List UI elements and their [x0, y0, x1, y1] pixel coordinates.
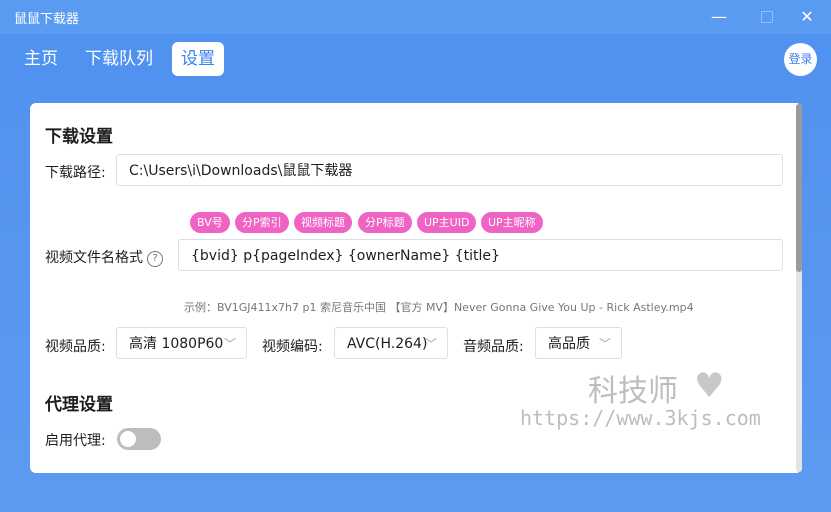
video-quality-label: 视频品质:	[45, 339, 106, 355]
chevron-down-icon: ﹀	[223, 337, 236, 351]
login-button[interactable]: 登录	[784, 43, 817, 76]
toggle-knob	[120, 431, 136, 447]
download-path-input[interactable]: C:\Users\i\Downloads\鼠鼠下载器	[116, 154, 783, 186]
tab-download-queue[interactable]: 下载队列	[76, 42, 162, 76]
scrollbar-thumb[interactable]	[796, 104, 802, 272]
title-bar: 鼠鼠下载器 — ✕	[0, 0, 831, 34]
chip-page-title[interactable]: 分P标题	[358, 212, 412, 233]
video-codec-label: 视频编码:	[262, 339, 323, 355]
audio-quality-value: 高品质	[548, 336, 590, 352]
chip-page-index[interactable]: 分P索引	[235, 212, 289, 233]
download-settings-title: 下载设置	[45, 127, 113, 147]
heart-icon: ♥	[694, 366, 725, 406]
filename-format-label: 视频文件名格式?	[45, 247, 163, 267]
maximize-icon	[761, 11, 773, 23]
video-quality-value: 高清 1080P60	[129, 336, 224, 352]
chevron-down-icon: ﹀	[424, 337, 437, 351]
filename-format-text: 视频文件名格式	[45, 250, 143, 266]
watermark-name: 科技师	[588, 374, 678, 409]
video-codec-select[interactable]: AVC(H.264) ﹀	[334, 327, 448, 359]
audio-quality-label: 音频品质:	[463, 339, 524, 355]
filename-example: 示例：BV1GJ411x7h7 p1 索尼音乐中国 【官方 MV】Never G…	[184, 301, 694, 314]
chip-owner-name[interactable]: UP主昵称	[481, 212, 543, 233]
video-codec-value: AVC(H.264)	[347, 336, 428, 352]
chip-owner-uid[interactable]: UP主UID	[417, 212, 477, 233]
chip-bvid[interactable]: BV号	[190, 212, 230, 233]
chip-video-title[interactable]: 视频标题	[294, 212, 352, 233]
filename-format-input[interactable]: {bvid} p{pageIndex} {ownerName} {title}	[178, 239, 783, 271]
window-title: 鼠鼠下载器	[14, 12, 80, 27]
watermark-url: https://www.3kjs.com	[520, 406, 761, 430]
app-window: 鼠鼠下载器 — ✕ 主页 下载队列 设置 登录 下载设置 下载路径: C:\Us…	[0, 0, 831, 512]
video-quality-select[interactable]: 高清 1080P60 ﹀	[116, 327, 247, 359]
tab-home[interactable]: 主页	[15, 42, 67, 76]
maximize-button[interactable]	[755, 6, 779, 28]
minimize-button[interactable]: —	[707, 6, 731, 28]
enable-proxy-toggle[interactable]	[117, 428, 161, 450]
audio-quality-select[interactable]: 高品质 ﹀	[535, 327, 622, 359]
proxy-settings-title: 代理设置	[45, 395, 113, 415]
main-nav: 主页 下载队列 设置	[0, 38, 831, 84]
close-button[interactable]: ✕	[795, 6, 819, 28]
tab-settings[interactable]: 设置	[172, 42, 224, 76]
chevron-down-icon: ﹀	[598, 337, 611, 351]
enable-proxy-label: 启用代理:	[45, 433, 106, 449]
download-path-label: 下载路径:	[45, 165, 106, 181]
help-icon[interactable]: ?	[147, 251, 163, 267]
